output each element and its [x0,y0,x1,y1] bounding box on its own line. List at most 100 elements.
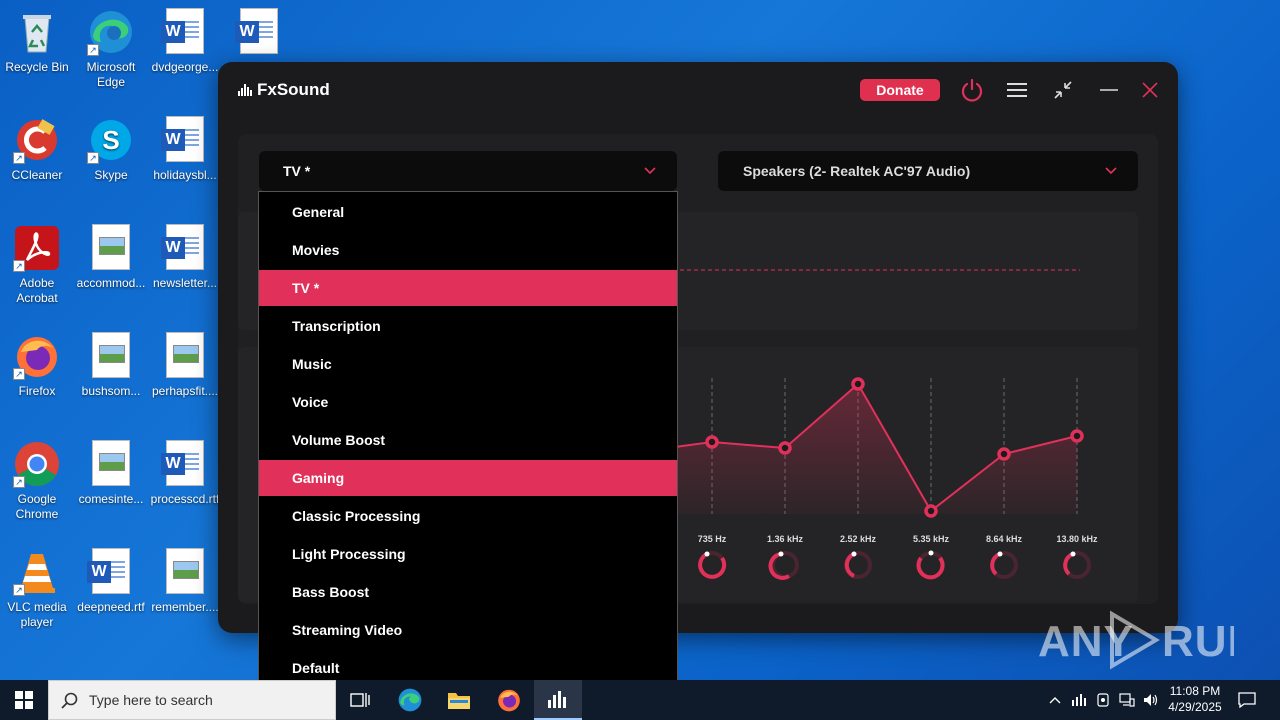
start-button[interactable] [0,680,48,720]
desktop-icon-label: VLC media player [7,600,67,629]
taskbar-file-explorer[interactable] [435,680,483,720]
preset-menu-item-voice[interactable]: Voice [259,384,677,420]
desktop-icon-file[interactable]: W holidaysbl... [148,110,222,183]
clock-time: 11:08 PM [1169,684,1221,698]
image-file-icon [87,440,135,488]
taskbar-edge[interactable] [386,680,434,720]
tray-fxsound[interactable] [1069,680,1089,720]
desktop-icon-label: bushsom... [81,384,141,398]
desktop-icon-vlc[interactable]: ↗ VLC media player [0,542,74,630]
svg-text:ANY: ANY [1038,617,1134,666]
taskbar-clock[interactable]: 11:08 PM 4/29/2025 [1160,683,1230,715]
edge-icon: ↗ [87,8,135,56]
preset-menu-item-volume-boost[interactable]: Volume Boost [259,422,677,458]
desktop-icon-file[interactable]: comesinte... [74,434,148,507]
eq-band-frequency: 5.35 kHz [912,534,950,544]
notification-center-button[interactable] [1234,680,1260,720]
fxsound-icon [548,691,566,708]
desktop-icon-file[interactable]: remember.... [148,542,222,615]
preset-menu-item-music[interactable]: Music [259,346,677,382]
shortcut-arrow-icon: ↗ [13,152,25,164]
ccleaner-icon: ↗ [13,116,61,164]
image-file-icon [87,224,135,272]
desktop-icon-recycle-bin[interactable]: Recycle Bin [0,2,74,75]
eq-curve-fill [638,384,1077,514]
tray-device[interactable] [1093,680,1113,720]
tray-network[interactable] [1116,680,1138,720]
taskbar-search-box[interactable]: Type here to search [48,680,336,720]
desktop-icon-label: holidaysbl... [153,168,217,182]
shortcut-arrow-icon: ↗ [13,476,25,488]
chrome-icon: ↗ [13,440,61,488]
desktop-icon-file[interactable]: W deepneed.rtf [74,542,148,615]
eq-band-knob[interactable] [698,551,727,579]
taskbar: Type here to search 11:08 PM 4/29/2025 [0,680,1280,720]
preset-menu-item-tv[interactable]: TV * [259,270,677,306]
eq-band-handle[interactable] [1070,429,1084,443]
desktop-icon-file[interactable]: W processcd.rtf [148,434,222,507]
desktop-icon-label: Google Chrome [15,492,59,521]
svg-text:RUN: RUN [1162,617,1234,666]
eq-band-knob[interactable] [1063,551,1091,579]
preset-menu-item-general[interactable]: General [259,194,677,230]
word-doc-icon: W [161,440,209,488]
eq-band-frequency: 735 Hz [697,534,727,544]
desktop-icon-file[interactable]: bushsom... [74,326,148,399]
windows-logo-icon [15,691,33,709]
eq-band-knob[interactable] [768,551,799,580]
word-doc-icon: W [161,116,209,164]
desktop-icon-file[interactable]: W newsletter... [148,218,222,291]
eq-band-handle[interactable] [851,377,865,391]
eq-band-knob[interactable] [916,551,945,580]
preset-menu-item-transcription[interactable]: Transcription [259,308,677,344]
eq-band-knob[interactable] [844,551,872,579]
preset-menu-item-movies[interactable]: Movies [259,232,677,268]
search-icon [61,692,78,709]
eq-band-handle[interactable] [924,504,938,518]
desktop-icon-ccleaner[interactable]: ↗ CCleaner [0,110,74,183]
fxsound-tray-icon [1072,694,1086,706]
shortcut-arrow-icon: ↗ [13,260,25,272]
tray-overflow-button[interactable] [1045,680,1065,720]
preset-menu-item-streaming-video[interactable]: Streaming Video [259,612,677,648]
eq-band-handle[interactable] [705,435,719,449]
desktop-icon-firefox[interactable]: ↗ Firefox [0,326,74,399]
desktop-icon-file[interactable]: W [222,2,296,60]
eq-band-handle[interactable] [778,441,792,455]
network-icon [1119,693,1135,707]
desktop-icon-label: Firefox [18,384,56,398]
desktop-icon-label: Microsoft Edge [86,60,136,89]
anyrun-watermark: ANY RUN [1038,608,1234,670]
desktop-icon-file[interactable]: W dvdgeorge... [148,2,222,75]
preset-menu-item-gaming[interactable]: Gaming [259,460,677,496]
tray-volume[interactable] [1140,680,1162,720]
task-view-button[interactable] [336,680,384,720]
image-file-icon [87,332,135,380]
speaker-icon [1144,694,1158,706]
desktop-icon-microsoft-edge[interactable]: ↗ Microsoft Edge [74,2,148,90]
desktop-icon-google-chrome[interactable]: ↗ Google Chrome [0,434,74,522]
desktop-icon-label: CCleaner [11,168,63,182]
desktop-icon-file[interactable]: perhapsfit.... [148,326,222,399]
task-view-icon [350,693,370,707]
desktop-icon-label: perhapsfit.... [151,384,219,398]
recycle-bin-icon [13,8,61,56]
word-doc-icon: W [161,224,209,272]
image-file-icon [161,332,209,380]
preset-menu-item-light-processing[interactable]: Light Processing [259,536,677,572]
acrobat-icon: ↗ [13,224,61,272]
desktop-icon-label: dvdgeorge... [151,60,219,74]
preset-menu-item-classic-processing[interactable]: Classic Processing [259,498,677,534]
taskbar-firefox[interactable] [485,680,533,720]
desktop-icon-skype[interactable]: S ↗ Skype [74,110,148,183]
eq-band-handle[interactable] [997,447,1011,461]
taskbar-fxsound[interactable] [534,680,582,720]
preset-menu-item-bass-boost[interactable]: Bass Boost [259,574,677,610]
desktop-icon-label: remember.... [151,600,219,614]
desktop-icon-adobe-acrobat[interactable]: ↗ Adobe Acrobat [0,218,74,306]
desktop-icon-file[interactable]: accommod... [74,218,148,291]
folder-icon [448,693,470,709]
shortcut-arrow-icon: ↗ [87,44,99,56]
eq-band-knob[interactable] [990,551,1018,579]
edge-icon [398,688,422,712]
